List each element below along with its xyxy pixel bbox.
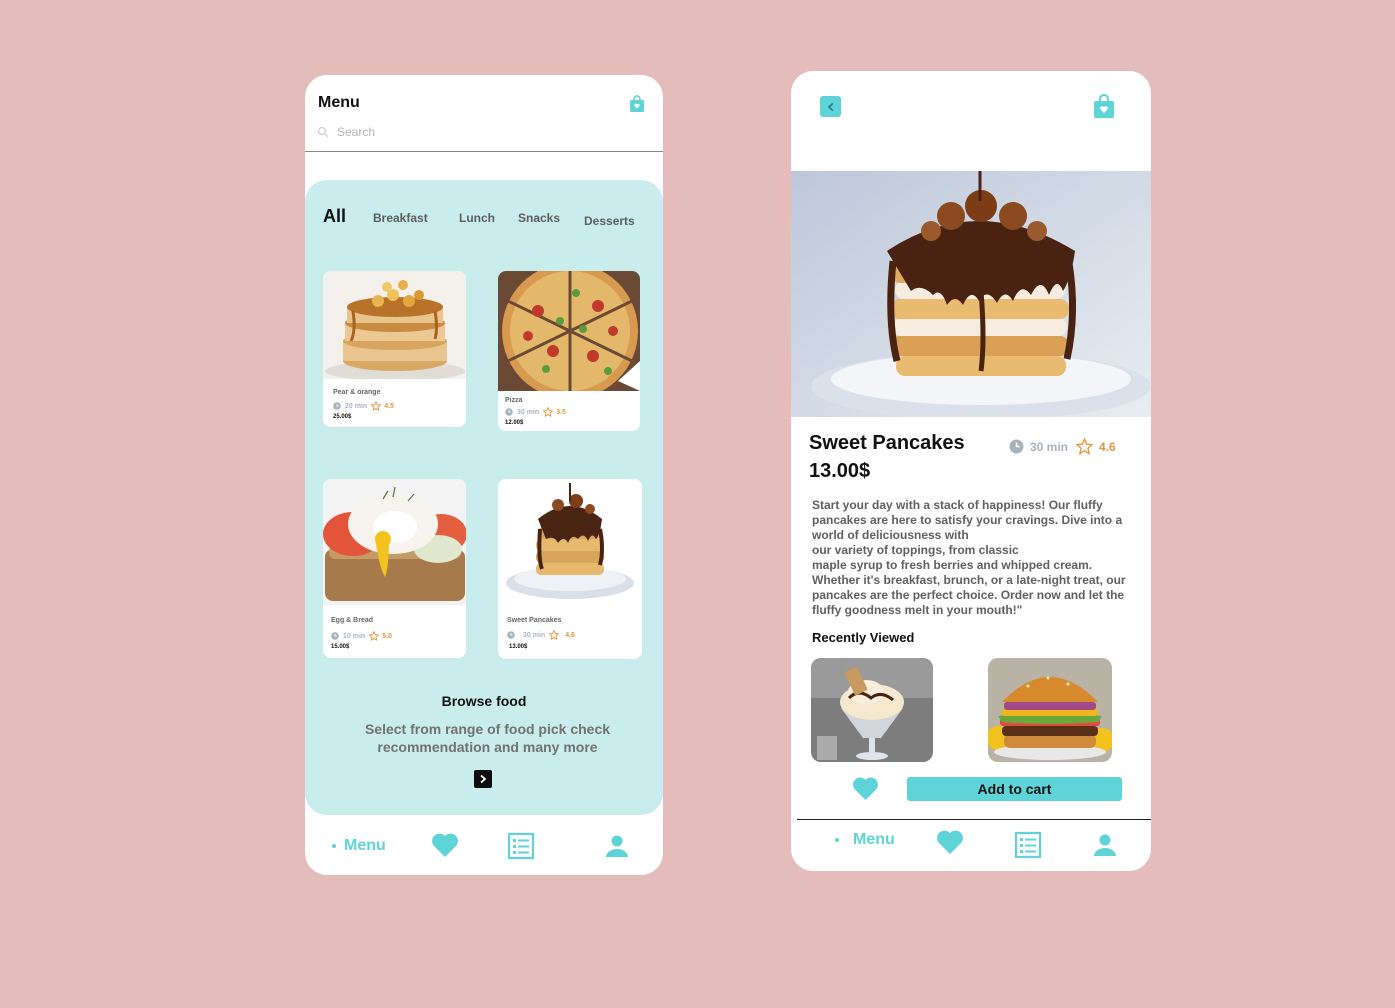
heart-icon[interactable] [936,829,964,855]
egg-bread-image [323,479,466,605]
description-line: world of deliciousness with [812,528,969,542]
tab-snacks[interactable]: Snacks [518,211,560,225]
sweet-pancakes-hero-image [791,171,1151,417]
recently-viewed-burger[interactable] [988,658,1112,762]
food-name: Pizza [505,397,523,404]
food-rating: 4.5 [384,402,394,410]
header-divider [305,151,663,152]
tab-lunch[interactable]: Lunch [459,211,495,225]
food-time: 20 min [345,402,368,410]
food-name: Pear & orange [333,389,381,396]
food-price: 13.00$ [509,644,528,650]
product-time: 30 min [1030,439,1069,454]
list-icon[interactable] [507,832,535,860]
burger-image [988,658,1112,762]
clock-icon [1009,439,1024,454]
food-meta: 30 min 3.5 [505,407,566,417]
search-bar [317,125,537,139]
food-rating: 5.0 [382,632,392,640]
user-icon[interactable] [605,834,629,858]
browse-food-description: Select from range of food pick check rec… [345,720,630,756]
chevron-left-icon [827,102,833,111]
star-icon [1076,438,1094,455]
tab-all[interactable]: All [323,206,346,227]
ice-cream-sundae-image [811,658,933,762]
food-card-sweet-pancakes[interactable]: Sweet Pancakes 30 min 4.6 13.00$ [498,479,642,659]
product-title: Sweet Pancakes [809,432,965,454]
tab-desserts[interactable]: Desserts [584,214,635,228]
food-time: 10 min [343,632,366,640]
clock-icon [505,408,513,416]
food-rating: 4.6 [565,631,575,639]
nav-menu[interactable]: Menu [835,831,895,849]
product-meta: 30 min 4.6 [1009,438,1116,455]
food-meta: 10 min 5.0 [331,631,392,641]
page-title: Menu [318,94,360,111]
food-card-pear-orange[interactable]: Pear & orange 20 min 4.5 25.00$ [323,271,466,427]
product-description: Start your day with a stack of happiness… [812,498,1142,618]
active-dot [835,838,839,842]
back-button[interactable] [820,96,841,117]
add-to-cart-button[interactable]: Add to cart [907,777,1122,801]
star-icon [549,630,560,640]
food-price: 15.00$ [331,644,350,650]
pizza-image [498,271,640,391]
description-line: Whether it's breakfast, brunch, or a lat… [812,573,1126,587]
user-icon[interactable] [1093,833,1117,857]
clock-icon [331,632,339,640]
nav-menu-label: Menu [344,837,386,854]
star-icon [543,407,554,417]
food-card-egg-bread[interactable]: Egg & Bread 10 min 5.0 15.00$ [323,479,466,658]
pear-orange-pancakes-image [323,271,466,379]
sweet-pancakes-image [498,479,642,611]
food-time: 30 min [517,408,540,416]
star-icon [371,401,382,411]
shopping-bag-icon[interactable] [1093,93,1115,119]
list-icon[interactable] [1014,831,1042,859]
food-price: 25.00$ [333,414,352,420]
product-price: 13.00$ [809,460,871,482]
description-line: pancakes are the perfect choice. Order n… [812,588,1125,602]
search-icon [317,126,329,138]
heart-icon[interactable] [431,832,459,858]
description-line: maple syrup to fresh berries and whipped… [812,558,1093,572]
product-rating: 4.6 [1099,439,1116,454]
description-line: our variety of toppings, from classic [812,543,1019,557]
nav-menu[interactable]: Menu [332,837,386,855]
recently-viewed-title: Recently Viewed [812,630,915,645]
search-input[interactable] [337,125,537,139]
next-button[interactable] [474,770,492,788]
food-meta: 30 min 4.6 [507,630,575,640]
active-dot [332,844,336,848]
food-rating: 3.5 [556,408,566,416]
food-name: Egg & Bread [331,617,374,624]
food-name: Sweet Pancakes [507,617,562,624]
shopping-bag-icon[interactable] [629,95,645,113]
food-meta: 20 min 4.5 [333,401,394,411]
food-price: 12.00$ [505,420,524,426]
food-time: 30 min [523,631,546,639]
browse-food-title: Browse food [441,693,527,709]
favorite-heart-icon[interactable] [852,776,879,801]
detail-screen: Sweet Pancakes 13.00$ 30 min 4.6 Start y… [791,71,1151,871]
bottom-divider [797,819,1151,820]
description-line: pancakes are here to satisfy your cravin… [812,513,1123,527]
recently-viewed-ice-cream[interactable] [811,658,933,762]
browse-desc-line: recommendation and many more [377,739,598,755]
description-line: fluffy goodness melt in your mouth!" [812,603,1023,617]
food-card-pizza[interactable]: Pizza 30 min 3.5 12.00$ [498,271,640,431]
browse-desc-line: Select from range of food pick check [364,721,611,737]
clock-icon [333,402,341,410]
star-icon [369,631,380,641]
tab-breakfast[interactable]: Breakfast [373,211,428,225]
description-line: Start your day with a stack of happiness… [812,498,1103,512]
nav-menu-label: Menu [853,831,895,848]
clock-icon [507,631,515,639]
chevron-right-icon [480,774,487,784]
menu-screen: Menu All Breakfast Lunch Snacks Desserts [305,75,663,875]
